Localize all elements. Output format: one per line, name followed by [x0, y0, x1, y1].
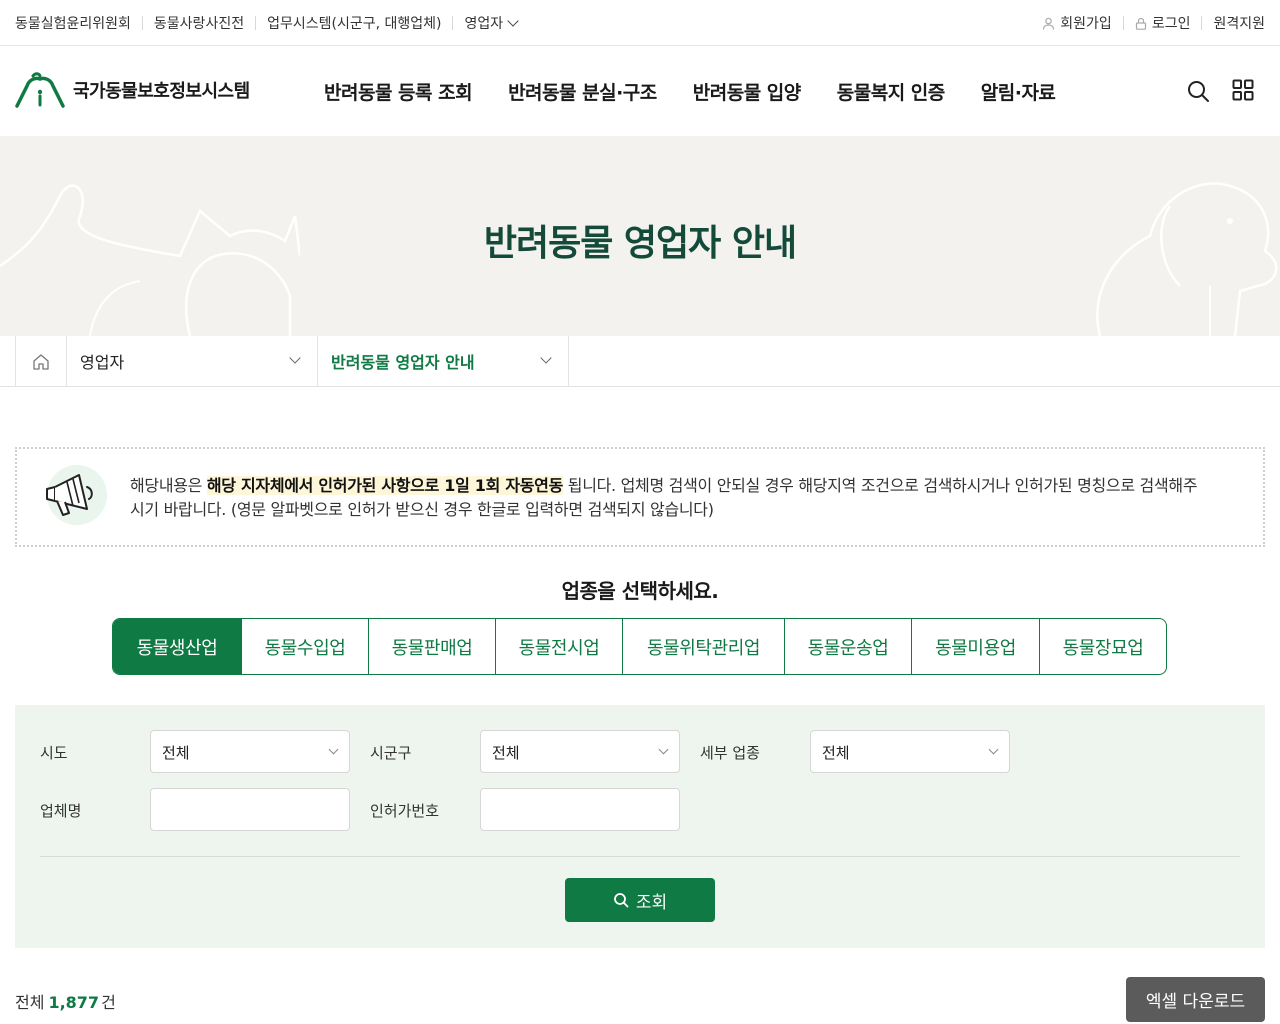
util-link-ethics[interactable]: 동물실험윤리위원회: [15, 13, 131, 33]
nav-item-notice[interactable]: 알림·자료: [981, 78, 1056, 105]
lock-icon: [1135, 17, 1146, 30]
notice-text-part: 해당내용은: [130, 476, 207, 495]
tab-animal-transport[interactable]: 동물운송업: [784, 619, 911, 674]
business-type-tabs: 동물생산업 동물수입업 동물판매업 동물전시업 동물위탁관리업 동물운송업 동물…: [112, 618, 1167, 675]
company-name-label: 업체명: [40, 802, 82, 820]
grid-menu-icon: [1232, 79, 1254, 101]
license-number-label: 인허가번호: [370, 802, 440, 820]
logo-text: 국가동물보호정보시스템: [73, 81, 250, 102]
breadcrumb-depth1-label: 영업자: [80, 353, 125, 372]
chevron-down-icon: [328, 744, 339, 755]
main-nav: 반려동물 등록 조회 반려동물 분실·구조 반려동물 입양 동물복지 인증 알림…: [324, 78, 1091, 105]
company-name-input[interactable]: [150, 788, 350, 831]
detail-type-label: 세부 업종: [700, 744, 760, 762]
sigungu-select[interactable]: 전체: [480, 730, 680, 773]
search-submit-label: 조회: [635, 892, 668, 913]
nav-item-lost-rescue[interactable]: 반려동물 분실·구조: [508, 78, 657, 105]
nav-item-welfare-cert[interactable]: 동물복지 인증: [837, 78, 946, 105]
divider: [141, 16, 143, 30]
tab-animal-grooming[interactable]: 동물미용업: [911, 619, 1039, 674]
util-link-business-label: 영업자: [464, 16, 504, 32]
tab-animal-import[interactable]: 동물수입업: [241, 619, 368, 674]
divider: [255, 16, 257, 30]
divider: [452, 16, 454, 30]
home-icon: [33, 353, 49, 370]
logo-emblem-icon: [15, 72, 65, 108]
signup-label: 회원가입: [1060, 16, 1112, 32]
login-label: 로그인: [1151, 16, 1191, 32]
result-count-unit: 건: [101, 993, 116, 1012]
chevron-down-icon: [658, 744, 669, 755]
license-number-input[interactable]: [480, 788, 680, 831]
tab-animal-funeral[interactable]: 동물장묘업: [1039, 619, 1166, 674]
sido-label: 시도: [40, 744, 68, 762]
util-link-business-dropdown[interactable]: 영업자: [464, 13, 519, 33]
user-icon: [1043, 17, 1055, 30]
result-count-value: 1,877: [48, 993, 100, 1012]
chevron-down-icon: [289, 352, 301, 364]
utility-links-left: 동물실험윤리위원회 동물사랑사진전 업무시스템(시군구, 대행업체) 영업자: [15, 13, 519, 33]
signup-link[interactable]: 회원가입: [1042, 13, 1112, 33]
divider: [1122, 16, 1124, 30]
nav-item-adoption[interactable]: 반려동물 입양: [693, 78, 802, 105]
chevron-down-icon: [988, 744, 999, 755]
tab-animal-boarding[interactable]: 동물위탁관리업: [622, 619, 784, 674]
breadcrumb-home[interactable]: [15, 336, 67, 386]
header-tools: [1164, 79, 1254, 107]
remote-support-link[interactable]: 원격지원: [1213, 13, 1265, 33]
type-select-title: 업종을 선택하세요.: [561, 579, 719, 603]
megaphone-icon: [46, 465, 107, 525]
sido-select-value: 전체: [162, 744, 190, 762]
page-title: 반려동물 영업자 안내: [483, 223, 797, 264]
breadcrumb-depth2-select[interactable]: 반려동물 영업자 안내: [318, 336, 569, 386]
tab-animal-exhibition[interactable]: 동물전시업: [495, 619, 622, 674]
sigungu-select-value: 전체: [492, 744, 520, 762]
excel-download-button[interactable]: 엑셀 다운로드: [1126, 977, 1265, 1022]
utility-bar: 동물실험윤리위원회 동물사랑사진전 업무시스템(시군구, 대행업체) 영업자 회…: [0, 0, 1280, 46]
util-link-photo-contest[interactable]: 동물사랑사진전: [154, 13, 244, 33]
notice-highlight: 해당 지자체에서 인허가된 사항으로 1일 1회 자동연동: [206, 476, 563, 495]
divider: [1201, 16, 1203, 30]
sitemap-button[interactable]: [1232, 79, 1254, 107]
result-count: 전체 1,877 건: [15, 989, 116, 1013]
site-logo[interactable]: 국가동물보호정보시스템: [15, 72, 250, 108]
sigungu-label: 시군구: [370, 744, 412, 762]
result-count-label: 전체: [15, 993, 45, 1012]
search-icon: [1188, 81, 1209, 102]
detail-type-select[interactable]: 전체: [810, 730, 1010, 773]
utility-links-right: 회원가입 로그인 원격지원: [1042, 13, 1265, 33]
breadcrumb-depth2-label: 반려동물 영업자 안내: [331, 353, 475, 372]
chevron-down-icon: [507, 15, 519, 27]
breadcrumb-depth1-select[interactable]: 영업자: [67, 336, 318, 386]
sido-select[interactable]: 전체: [150, 730, 350, 773]
site-header: 국가동물보호정보시스템 반려동물 등록 조회 반려동물 분실·구조 반려동물 입…: [0, 46, 1280, 136]
tab-animal-sales[interactable]: 동물판매업: [368, 619, 495, 674]
detail-type-select-value: 전체: [822, 744, 850, 762]
notice-box: 해당내용은 해당 지자체에서 인허가된 사항으로 1일 1회 자동연동 됩니다.…: [15, 447, 1265, 547]
search-form: 시도 전체 시군구 전체 세부 업종 전체 업체명 인허가번호 조회: [15, 705, 1265, 948]
chevron-down-icon: [540, 352, 552, 364]
notice-text: 해당내용은 해당 지자체에서 인허가된 사항으로 1일 1회 자동연동 됩니다.…: [130, 474, 1210, 522]
login-link[interactable]: 로그인: [1135, 13, 1191, 33]
search-icon: [613, 893, 629, 908]
divider: [40, 856, 1240, 857]
search-button[interactable]: [1186, 79, 1210, 107]
nav-item-registration[interactable]: 반려동물 등록 조회: [324, 78, 473, 105]
search-submit-button[interactable]: 조회: [565, 878, 715, 922]
page-banner: 반려동물 영업자 안내: [0, 136, 1280, 336]
tab-animal-production[interactable]: 동물생산업: [113, 619, 241, 674]
breadcrumb: 영업자 반려동물 영업자 안내: [0, 336, 1280, 387]
util-link-work-system[interactable]: 업무시스템(시군구, 대행업체): [267, 13, 441, 33]
